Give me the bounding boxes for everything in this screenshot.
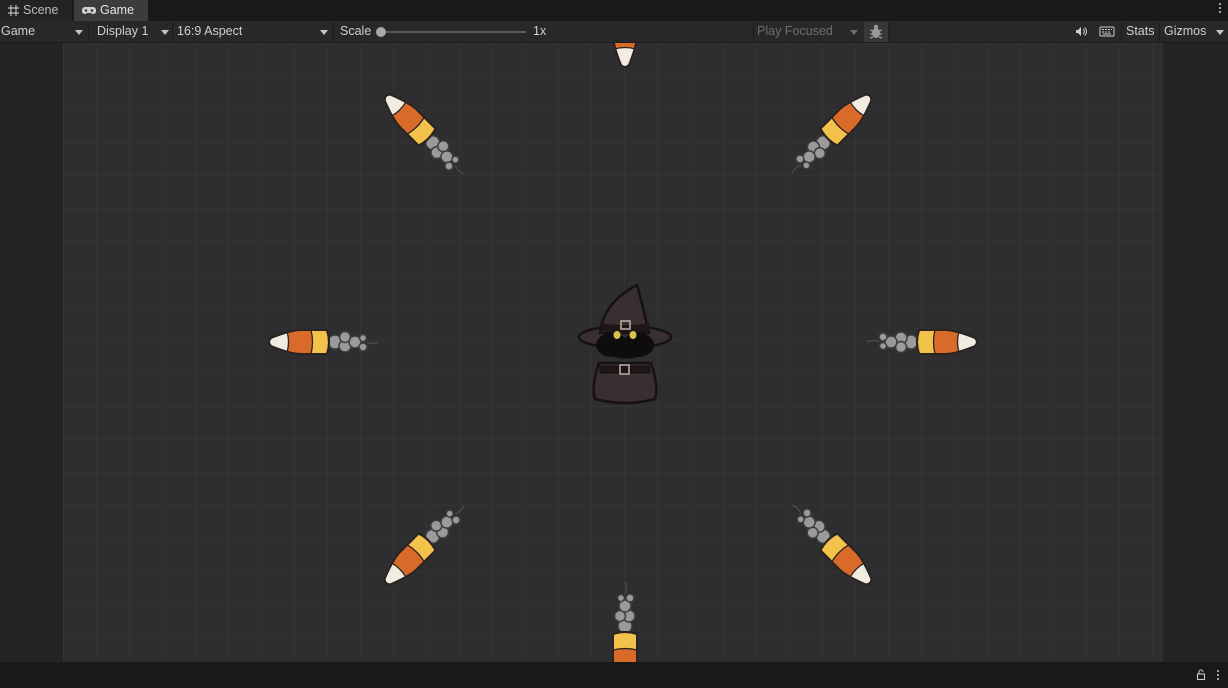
toolbar-divider [88,23,89,41]
kebab-icon[interactable] [1216,670,1220,682]
candy-corn-projectile-top-right [782,86,880,184]
shortcuts-button[interactable] [1095,21,1119,42]
gamepad-icon [82,7,96,14]
status-bar [0,662,1228,688]
toolbar-divider [1121,23,1122,41]
debug-button[interactable] [864,22,888,42]
editor-tab-bar: Scene Game [0,0,1228,21]
game-viewport[interactable] [0,43,1228,662]
play-mode-dropdown[interactable]: Play Focused [757,21,861,42]
play-mode-label: Play Focused [757,24,833,38]
grid-icon [8,5,19,16]
candy-corn-projectile-top-left [376,86,474,184]
bug-icon [869,24,883,39]
candy-corn-projectile-right [866,329,978,355]
aspect-label: 16:9 Aspect [177,24,243,38]
chevron-down-icon [161,30,169,35]
stats-button[interactable]: Stats [1126,21,1155,42]
candy-corn-projectile-bottom [612,581,638,662]
view-mode-label: Game [1,24,36,38]
tab-scene-label: Scene [23,3,59,17]
toolbar-divider [753,23,754,41]
chevron-down-icon [320,30,328,35]
candy-corn-projectile-bottom-right [782,495,880,593]
scale-slider-handle[interactable] [376,27,386,37]
candy-corn-projectile-bottom-left [376,495,474,593]
toolbar-divider [172,23,173,41]
game-view-toolbar: Game Display 1 16:9 Aspect Scale 1x Play… [0,21,1228,43]
tab-game-label: Game [100,3,135,17]
chevron-down-icon [75,30,83,35]
lock-icon[interactable] [1196,669,1206,680]
gizmos-label: Gizmos [1164,24,1207,38]
toolbar-divider [1159,23,1160,41]
scale-label: Scale [340,24,372,38]
candy-corn-projectile-top [612,43,638,68]
chevron-down-icon [1216,30,1224,35]
scale-value: 1x [533,24,547,38]
game-render[interactable] [63,43,1163,662]
keyboard-icon [1099,26,1115,37]
view-mode-dropdown[interactable]: Game [1,21,87,42]
game-scene [268,43,978,662]
display-label: Display 1 [97,24,149,38]
gizmos-dropdown[interactable]: Gizmos [1164,21,1228,42]
scale-slider-track[interactable] [380,31,526,33]
tab-game[interactable]: Game [74,0,148,21]
toolbar-divider [889,23,890,41]
display-dropdown[interactable]: Display 1 [97,21,172,42]
speaker-icon [1076,27,1087,36]
mute-audio-button[interactable] [1069,21,1093,42]
chevron-down-icon [850,30,858,35]
window-menu-kebab-icon[interactable] [1218,3,1222,17]
toolbar-divider [333,23,334,41]
aspect-dropdown[interactable]: 16:9 Aspect [177,21,333,42]
candy-corn-projectile-left [268,329,380,355]
tab-scene[interactable]: Scene [0,0,72,21]
witch-player [577,283,673,405]
